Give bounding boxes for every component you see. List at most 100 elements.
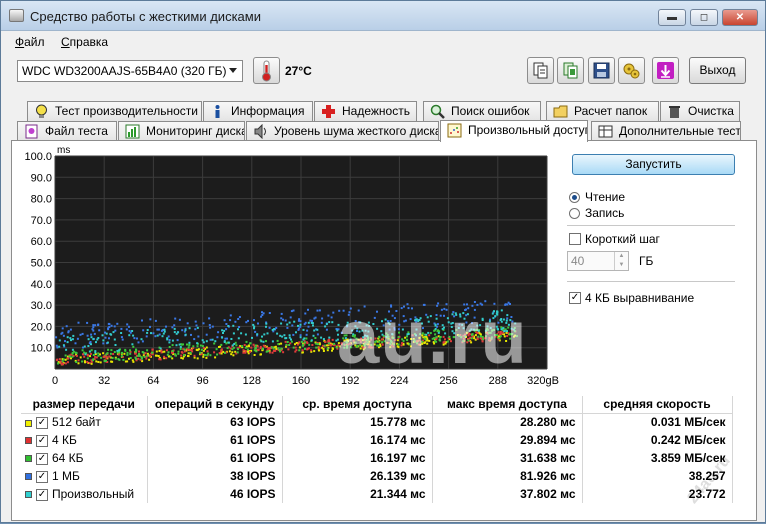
scatter-icon — [447, 123, 462, 138]
transfer-size-label: 4 КБ — [52, 433, 77, 447]
tab-info[interactable]: Информация — [203, 101, 313, 121]
avg-time-cell: 16.174 мс — [282, 431, 433, 449]
minimize-button[interactable]: ▬ — [658, 9, 686, 26]
chart-icon — [125, 124, 140, 139]
watermark: au.ru — [337, 295, 528, 380]
tab-cleanup-label: Очистка — [688, 104, 734, 118]
series-checkbox[interactable]: ✓ — [36, 488, 48, 501]
col-iops: операций в секунду — [147, 396, 283, 414]
table-row: ✓ 64 КБ 61 IOPS 16.197 мс 31.638 мс 3.859 МБ/… — [21, 449, 733, 467]
max-time-cell: 29.894 мс — [432, 431, 583, 449]
max-time-cell: 81.926 мс — [432, 467, 583, 485]
tab-disk-monitor[interactable]: Мониторинг диска — [118, 121, 245, 141]
thermometer-icon — [262, 60, 271, 82]
tab-row-2: Файл теста Мониторинг диска Уровень шума… — [1, 120, 766, 142]
series-checkbox[interactable]: ✓ — [36, 417, 48, 430]
series-checkbox[interactable]: ✓ — [36, 470, 48, 483]
align-4k-checkbox[interactable]: ✓ — [569, 292, 581, 304]
transfer-size-cell: ✓ Произвольный — [21, 485, 148, 503]
tab-health[interactable]: Надежность — [314, 101, 417, 121]
chevron-down-icon — [229, 68, 237, 73]
series-checkbox[interactable]: ✓ — [36, 452, 48, 465]
menu-file[interactable]: Файл — [15, 35, 45, 49]
tab-cleanup[interactable]: Очистка — [660, 101, 740, 121]
copy-button[interactable] — [527, 57, 554, 84]
transfer-size-label: Произвольный — [52, 487, 135, 501]
iops-cell: 38 IOPS — [147, 467, 283, 485]
avg-speed-cell: 38.257 — [582, 467, 733, 485]
tab-folder-usage-label: Расчет папок — [574, 104, 648, 118]
col-transfer-size: размер передачи — [21, 396, 148, 414]
save-button[interactable] — [588, 57, 615, 84]
results-table: размер передачи операций в секунду ср. в… — [21, 396, 733, 503]
avg-speed-cell: 0.031 МБ/сек — [582, 413, 733, 431]
plus-icon — [322, 105, 335, 118]
window-title: Средство работы с жесткими дисками — [30, 9, 261, 24]
start-button[interactable]: Запустить — [572, 154, 735, 175]
avg-speed-cell: 23.772 — [582, 485, 733, 503]
download-button[interactable] — [652, 57, 679, 84]
size-unit: ГБ — [639, 254, 654, 268]
series-checkbox[interactable]: ✓ — [36, 434, 48, 447]
save-icon — [593, 62, 610, 79]
tab-error-scan[interactable]: Поиск ошибок — [423, 101, 541, 121]
stepper-up-icon[interactable]: ▲ — [614, 252, 628, 261]
trash-icon — [669, 106, 680, 118]
iops-cell: 63 IOPS — [147, 413, 283, 431]
tab-file-benchmark-label: Файл теста — [45, 124, 108, 138]
drive-select[interactable]: WDC WD3200AAJS-65B4A0 (320 ГБ) — [17, 60, 243, 82]
menu-bar: Файл Справка — [1, 31, 765, 53]
file-bulb-icon — [25, 124, 38, 139]
temperature-value: 27°C — [285, 64, 312, 78]
short-stroke-checkbox[interactable] — [569, 233, 581, 245]
tab-extra-tests-label: Дополнительные тесты — [619, 124, 741, 138]
series-color-swatch — [25, 491, 32, 499]
maximize-button[interactable]: ◻ — [690, 9, 718, 26]
tab-noise-level[interactable]: Уровень шума жесткого диска — [246, 121, 439, 141]
app-icon — [9, 9, 24, 22]
exit-button[interactable]: Выход — [689, 57, 746, 84]
copy-all-button[interactable] — [557, 57, 584, 84]
speaker-icon — [254, 124, 266, 139]
series-color-swatch — [25, 455, 32, 463]
tab-disk-monitor-label: Мониторинг диска — [146, 124, 245, 138]
close-button[interactable]: ✕ — [722, 9, 758, 26]
stepper-down-icon[interactable]: ▼ — [614, 261, 628, 270]
temperature-button[interactable] — [253, 57, 280, 84]
tab-noise-level-label: Уровень шума жесткого диска — [274, 124, 439, 138]
tab-benchmark[interactable]: Тест производительности — [27, 101, 202, 121]
options-button[interactable] — [618, 57, 645, 84]
title-bar: Средство работы с жесткими дисками ▬ ◻ ✕ — [1, 1, 765, 31]
menu-help[interactable]: Справка — [61, 35, 108, 49]
read-label: Чтение — [585, 190, 626, 204]
avg-speed-cell: 3.859 МБ/сек — [582, 449, 733, 467]
iops-cell: 61 IOPS — [147, 449, 283, 467]
folder-icon — [553, 105, 568, 118]
avg-time-cell: 26.139 мс — [282, 467, 433, 485]
divider — [567, 225, 735, 226]
options-icon — [623, 63, 640, 79]
avg-time-cell: 16.197 мс — [282, 449, 433, 467]
tab-random-access[interactable]: Произвольный доступ — [440, 120, 588, 142]
read-radio[interactable] — [569, 192, 580, 203]
transfer-size-cell: ✓ 1 МБ — [21, 467, 148, 485]
download-icon — [657, 62, 674, 79]
size-stepper[interactable]: 40 ▲ ▼ — [567, 251, 629, 271]
write-radio[interactable] — [569, 208, 580, 219]
tab-extra-tests[interactable]: Дополнительные тесты — [591, 121, 741, 141]
tab-error-scan-label: Поиск ошибок — [451, 104, 530, 118]
tab-benchmark-label: Тест производительности — [55, 104, 198, 118]
table-row: ✓ 1 МБ 38 IOPS 26.139 мс 81.926 мс 38.257 — [21, 467, 733, 485]
tab-info-label: Информация — [231, 104, 305, 118]
tab-folder-usage[interactable]: Расчет папок — [546, 101, 659, 121]
avg-speed-cell: 0.242 МБ/сек — [582, 431, 733, 449]
info-icon — [215, 105, 220, 118]
transfer-size-label: 512 байт — [52, 415, 101, 430]
col-avg-time: ср. время доступа — [282, 396, 433, 414]
copy-icon — [533, 62, 548, 79]
tab-health-label: Надежность — [342, 104, 410, 118]
transfer-size-label: 64 КБ — [52, 451, 84, 465]
transfer-size-cell: ✓ 4 КБ — [21, 431, 148, 449]
tab-file-benchmark[interactable]: Файл теста — [17, 121, 117, 141]
drive-select-value: WDC WD3200AAJS-65B4A0 (320 ГБ) — [22, 64, 227, 78]
